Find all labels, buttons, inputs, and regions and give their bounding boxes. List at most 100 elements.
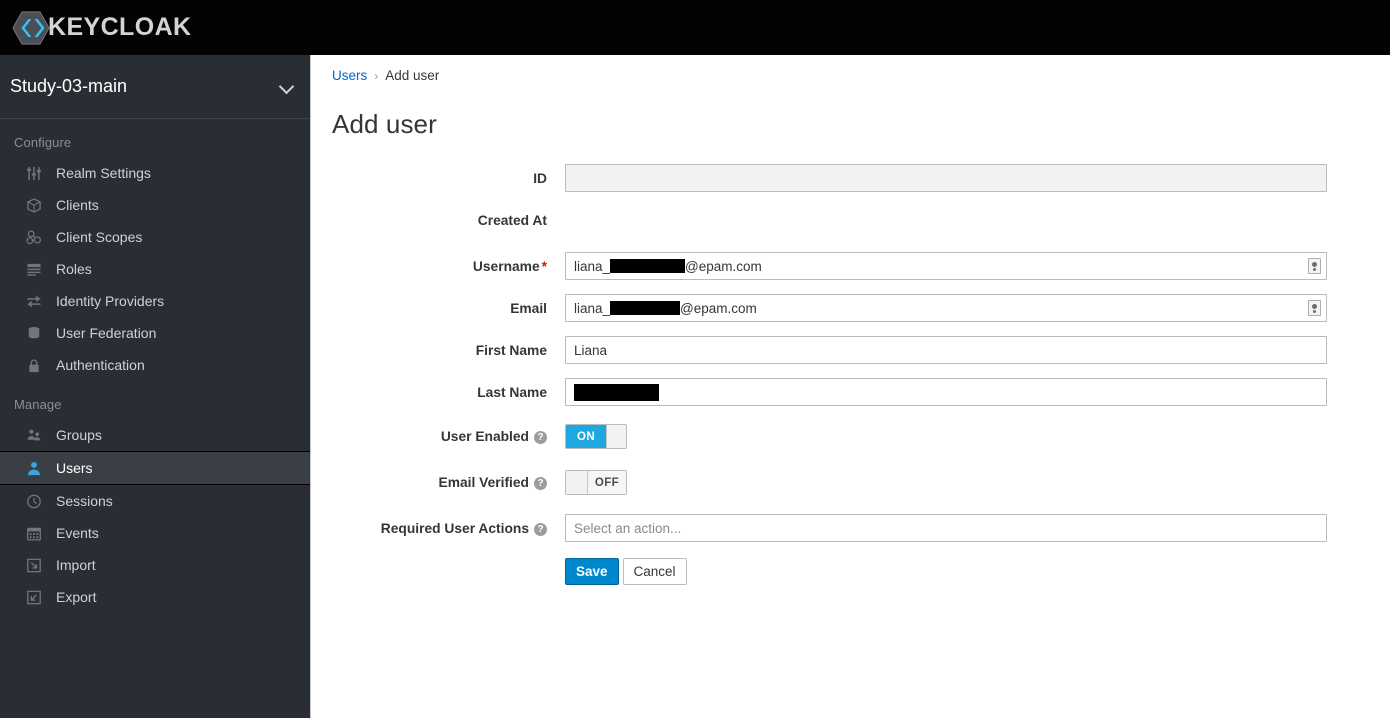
user-enabled-off-label: OFF [606,425,626,448]
question-circle-icon[interactable]: ? [534,431,547,444]
export-arrow-icon [24,589,44,605]
form-row-required-user-actions: Required User Actions? [312,514,1390,544]
form-row-first-name: First Name [312,336,1390,366]
sidebar-item-label: Authentication [56,357,145,373]
sidebar-item-groups[interactable]: Groups [0,419,310,451]
contact-card-icon[interactable] [1308,258,1321,274]
required-marker: * [541,259,547,274]
exchange-icon [24,293,44,309]
cubes-icon [24,229,44,245]
label-username-text: Username [472,259,540,274]
sidebar-item-events[interactable]: Events [0,517,310,549]
form-button-group: Save Cancel [565,558,1390,585]
label-user-enabled-text: User Enabled [440,429,529,444]
form-row-username: Username * liana_ @epam.com [312,252,1390,282]
breadcrumb: Users › Add user [312,55,1390,83]
last-name-redaction-bar [574,383,659,401]
form-row-email: Email liana_ @epam.com [312,294,1390,324]
username-input[interactable]: liana_ @epam.com [565,252,1327,280]
sidebar-item-client-scopes[interactable]: Client Scopes [0,221,310,253]
sidebar: Study-03-main Configure Realm Settings Cli… [0,55,311,718]
sidebar-item-user-federation[interactable]: User Federation [0,317,310,349]
sidebar-item-identity-providers[interactable]: Identity Providers [0,285,310,317]
email-verified-toggle[interactable]: ON OFF [565,470,627,495]
label-email-verified: Email Verified? [312,468,565,498]
sidebar-item-realm-settings[interactable]: Realm Settings [0,157,310,189]
keycloak-hexagon-logo-icon [12,10,50,45]
question-circle-icon[interactable]: ? [534,523,547,536]
sidebar-item-authentication[interactable]: Authentication [0,349,310,381]
first-name-input[interactable] [565,336,1327,364]
sidebar-item-label: User Federation [56,325,157,341]
sidebar-item-roles[interactable]: Roles [0,253,310,285]
sidebar-item-import[interactable]: Import [0,549,310,581]
form-row-user-enabled: User Enabled? ON OFF [312,422,1390,452]
sidebar-section-title: Manage [14,397,62,412]
label-email-verified-text: Email Verified [438,475,530,490]
created-at-value [565,206,1390,234]
cube-icon [24,197,44,213]
email-redaction-bar [610,301,681,315]
form-row-id: ID [312,164,1390,194]
email-input[interactable]: liana_ @epam.com [565,294,1327,322]
breadcrumb-separator-icon: › [374,68,379,83]
sidebar-nav: Configure Realm Settings Clients Client Sco… [0,119,310,613]
id-input[interactable] [565,164,1327,192]
users-group-icon [24,427,44,443]
sidebar-item-users[interactable]: Users [0,451,310,485]
sidebar-item-label: Events [56,525,99,541]
label-first-name: First Name [475,343,547,358]
lock-icon [24,357,44,373]
label-id: ID [533,171,547,186]
sliders-icon [24,165,44,181]
sidebar-item-label: Identity Providers [56,293,165,309]
label-required-user-actions: Required User Actions? [312,514,565,544]
user-enabled-on-label: ON [566,425,606,448]
sidebar-item-label: Roles [56,261,92,277]
database-icon [24,325,44,341]
breadcrumb-item-users[interactable]: Users [332,68,367,83]
realm-selector[interactable]: Study-03-main [0,55,310,119]
user-enabled-toggle[interactable]: ON OFF [565,424,627,449]
calendar-icon [24,525,44,541]
add-user-form: ID Created At Username * liana_ @epam.com [312,164,1390,585]
list-rows-icon [24,261,44,277]
label-required-user-actions-text: Required User Actions [380,521,529,536]
main-content: Users › Add user Add user ID Created At … [312,55,1390,718]
sidebar-item-sessions[interactable]: Sessions [0,485,310,517]
cancel-button[interactable]: Cancel [622,558,687,585]
sidebar-item-label: Groups [56,427,102,443]
form-row-created-at: Created At [312,206,1390,236]
form-row-actions: Save Cancel [312,544,1390,585]
question-circle-icon[interactable]: ? [534,477,547,490]
label-created-at: Created At [477,213,547,228]
sidebar-section-title: Configure [14,135,72,150]
sidebar-item-label: Export [56,589,97,605]
last-name-input[interactable] [565,378,1327,406]
user-icon [24,460,44,476]
sidebar-item-label: Sessions [56,493,113,509]
email-value-prefix: liana_ [574,300,611,316]
label-last-name: Last Name [477,385,547,400]
username-redaction-bar [610,259,686,273]
brand-logo-link[interactable]: KEYCLOAK [12,10,191,45]
clock-icon [24,493,44,509]
sidebar-item-clients[interactable]: Clients [0,189,310,221]
page-title: Add user [332,109,437,139]
sidebar-item-export[interactable]: Export [0,581,310,613]
sidebar-item-label: Users [56,460,93,476]
label-username: Username * [312,252,565,282]
required-user-actions-input[interactable] [565,514,1327,542]
masthead: KEYCLOAK [0,0,1390,55]
sidebar-item-label: Clients [56,197,99,213]
contact-card-icon[interactable] [1308,300,1321,316]
save-button[interactable]: Save [565,558,619,585]
label-email: Email [510,301,547,316]
sidebar-item-label: Import [56,557,96,573]
sidebar-item-label: Client Scopes [56,229,143,245]
email-verified-off-label: OFF [588,471,626,494]
label-user-enabled: User Enabled? [312,422,565,452]
email-verified-on-label: ON [566,471,588,494]
realm-name: Study-03-main [10,76,128,96]
import-arrow-icon [24,557,44,573]
